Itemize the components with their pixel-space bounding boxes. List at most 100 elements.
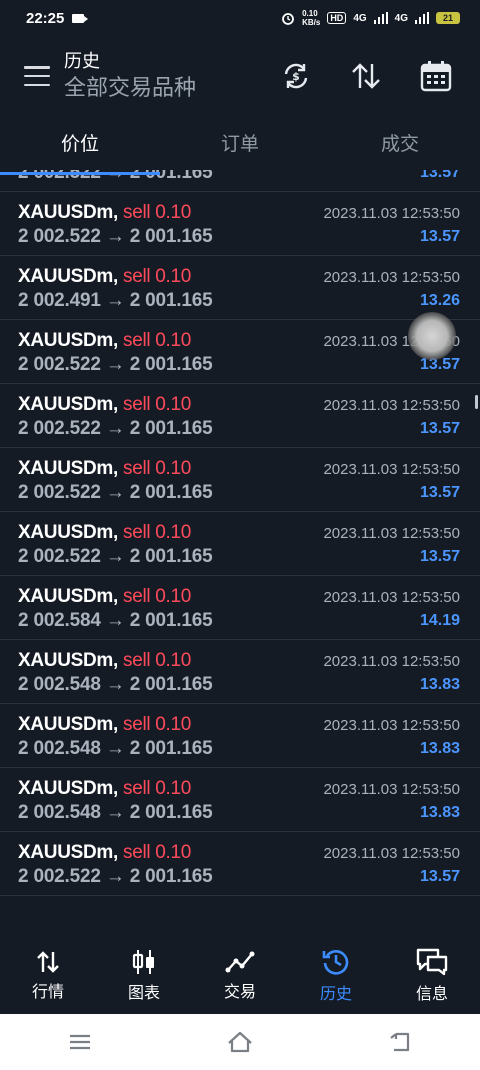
trade-profit: 13.57 — [419, 548, 460, 565]
trade-row[interactable]: XAUUSDm, sell 0.10 2 002.548 → 2 001.165 2… — [0, 704, 480, 768]
trade-time: 2023.11.03 12:53:50 — [323, 461, 460, 478]
nav-label-trade: 交易 — [223, 984, 256, 1001]
menu-icon[interactable] — [24, 66, 50, 86]
open-price: 2 002.584 — [18, 610, 101, 631]
open-price: 2 002.548 — [18, 738, 101, 759]
battery-icon: 21 — [436, 12, 460, 24]
trade-symbol: XAUUSDm, sell 0.10 — [18, 650, 192, 671]
symbol-filter[interactable]: 全部交易品种 — [64, 73, 196, 103]
alarm-icon — [282, 13, 294, 25]
nav-quotes[interactable]: 行情 — [0, 938, 96, 1014]
trade-prices: 2 002.491 → 2 001.165 — [18, 290, 213, 312]
trade-profit: 13.57 — [419, 484, 460, 501]
trade-row[interactable]: XAUUSDm, sell 0.102 002.522 → 2 001.1652… — [0, 832, 480, 896]
open-price: 2 002.522 — [18, 418, 101, 439]
trade-side: sell 0.10 — [123, 522, 192, 543]
close-price: 2 001.165 — [129, 674, 213, 695]
signal-bars-icon — [373, 12, 388, 24]
close-price: 2 001.165 — [129, 226, 213, 247]
trade-side: sell 0.10 — [123, 394, 192, 415]
trade-prices: 2 002.548 → 2 001.165 — [18, 802, 213, 824]
trade-time: 2023.11.03 12:53:50 — [323, 653, 460, 670]
arrow-icon: → — [105, 482, 125, 503]
back-icon[interactable] — [388, 1032, 412, 1052]
nav-label-history: 历史 — [319, 986, 352, 1003]
open-price: 2 002.522 — [18, 354, 101, 375]
close-price: 2 001.165 — [129, 802, 213, 823]
scrollbar[interactable] — [475, 395, 478, 409]
trade-symbol: XAUUSDm, sell 0.10 — [18, 202, 192, 223]
arrow-icon: → — [105, 738, 125, 759]
trade-symbol: XAUUSDm, sell 0.10 — [18, 778, 192, 799]
trade-profit: 13.83 — [419, 740, 460, 757]
trade-time: 2023.11.03 12:53:50 — [323, 781, 460, 798]
svg-text:$: $ — [292, 70, 300, 83]
trade-side: sell 0.10 — [123, 202, 192, 223]
arrow-icon: → — [105, 866, 125, 887]
trade-symbol: XAUUSDm, sell 0.10 — [18, 522, 192, 543]
calendar-button[interactable] — [412, 56, 460, 96]
trade-row[interactable]: XAUUSDm, sell 0.102 002.522 → 2 001.1652… — [0, 448, 480, 512]
trade-row[interactable]: XAUUSDm, sell 0.10 2 002.548 → 2 001.165 2… — [0, 768, 480, 832]
tab-deals[interactable]: 成交 — [320, 118, 480, 170]
trade-prices: 2 002.522 → 2 001.165 — [18, 482, 213, 504]
trade-time: 2023.11.03 12:53:50 — [323, 589, 460, 606]
close-price: 2 001.165 — [129, 546, 213, 567]
currency-exchange-button[interactable]: $ — [272, 56, 320, 96]
signal-4g-1: 4G — [353, 12, 367, 24]
tab-orders[interactable]: 订单 — [160, 118, 320, 170]
arrow-icon: → — [105, 290, 125, 311]
trade-prices: 2 002.522 → 2 001.165 — [18, 354, 213, 376]
trade-profit: 13.57 — [419, 420, 460, 437]
recent-apps-icon[interactable] — [68, 1033, 92, 1051]
trade-profit: 13.83 — [419, 804, 460, 821]
open-price: 2 002.548 — [18, 802, 101, 823]
trade-row[interactable]: XAUUSDm, sell 0.102 002.522 → 2 001.1652… — [0, 384, 480, 448]
net-speed: 0.10 KB/s — [302, 9, 321, 27]
trade-side: sell 0.10 — [123, 586, 192, 607]
trade-side: sell 0.10 — [123, 842, 192, 863]
nav-label-charts: 图表 — [127, 985, 160, 1002]
home-icon[interactable] — [227, 1031, 253, 1053]
candlestick-icon — [132, 950, 154, 974]
arrow-icon: → — [105, 610, 125, 631]
nav-history[interactable]: 历史 — [288, 938, 384, 1014]
trade-side: sell 0.10 — [123, 458, 192, 479]
trade-symbol: XAUUSDm, sell 0.10 — [18, 266, 192, 287]
trade-profit: 13.83 — [419, 676, 460, 693]
open-price: 2 002.522 — [18, 546, 101, 567]
open-price: 2 002.522 — [18, 866, 101, 887]
nav-trade[interactable]: 交易 — [192, 938, 288, 1014]
trade-prices: 2 002.522 → 2 001.165 — [18, 418, 213, 440]
trade-row[interactable]: XAUUSDm, sell 0.102 002.522 → 2 001.1652… — [0, 192, 480, 256]
open-price: 2 002.522 — [18, 482, 101, 503]
trade-profit: 13.26 — [419, 292, 460, 309]
nav-charts[interactable]: 图表 — [96, 938, 192, 1014]
currency-exchange-icon: $ — [284, 63, 308, 89]
chat-bubbles-icon — [416, 948, 448, 976]
close-price: 2 001.165 — [129, 482, 213, 503]
trade-symbol: XAUUSDm, sell 0.10 — [18, 842, 192, 863]
trade-time: 2023.11.03 12:53:50 — [323, 845, 460, 862]
arrow-icon: → — [105, 674, 125, 695]
tab-prices[interactable]: 价位 — [0, 118, 160, 170]
trade-row[interactable]: XAUUSDm, sell 0.10 2 002.584 → 2 001.165 2… — [0, 576, 480, 640]
trade-row[interactable]: XAUUSDm, sell 0.102 002.522 → 2 001.1652… — [0, 512, 480, 576]
sort-arrows-icon — [37, 951, 59, 973]
nav-messages[interactable]: 信息 — [384, 938, 480, 1014]
arrow-icon: → — [105, 418, 125, 439]
trade-symbol: XAUUSDm, sell 0.10 — [18, 330, 192, 351]
sort-arrows-icon — [352, 63, 380, 89]
tab-bar: 价位 订单 成交 — [0, 118, 480, 170]
trade-profit: 13.57 — [419, 228, 460, 245]
trade-row[interactable]: XAUUSDm, sell 0.10 2 002.491 → 2 001.165 2… — [0, 256, 480, 320]
page-title: 历史 — [64, 51, 100, 71]
trade-row[interactable]: XAUUSDm, sell 0.10 2 002.548 → 2 001.165 2… — [0, 640, 480, 704]
sort-button[interactable] — [342, 56, 390, 96]
hd-badge: HD — [327, 12, 347, 24]
history-clock-icon — [322, 950, 349, 975]
trade-list[interactable]: XAUUSDm, sell 0.102 002.522 → 2 001.1652… — [0, 150, 480, 920]
trade-profit: 13.57 — [419, 868, 460, 885]
trade-prices: 2 002.584 → 2 001.165 — [18, 610, 213, 632]
trade-side: sell 0.10 — [123, 330, 192, 351]
